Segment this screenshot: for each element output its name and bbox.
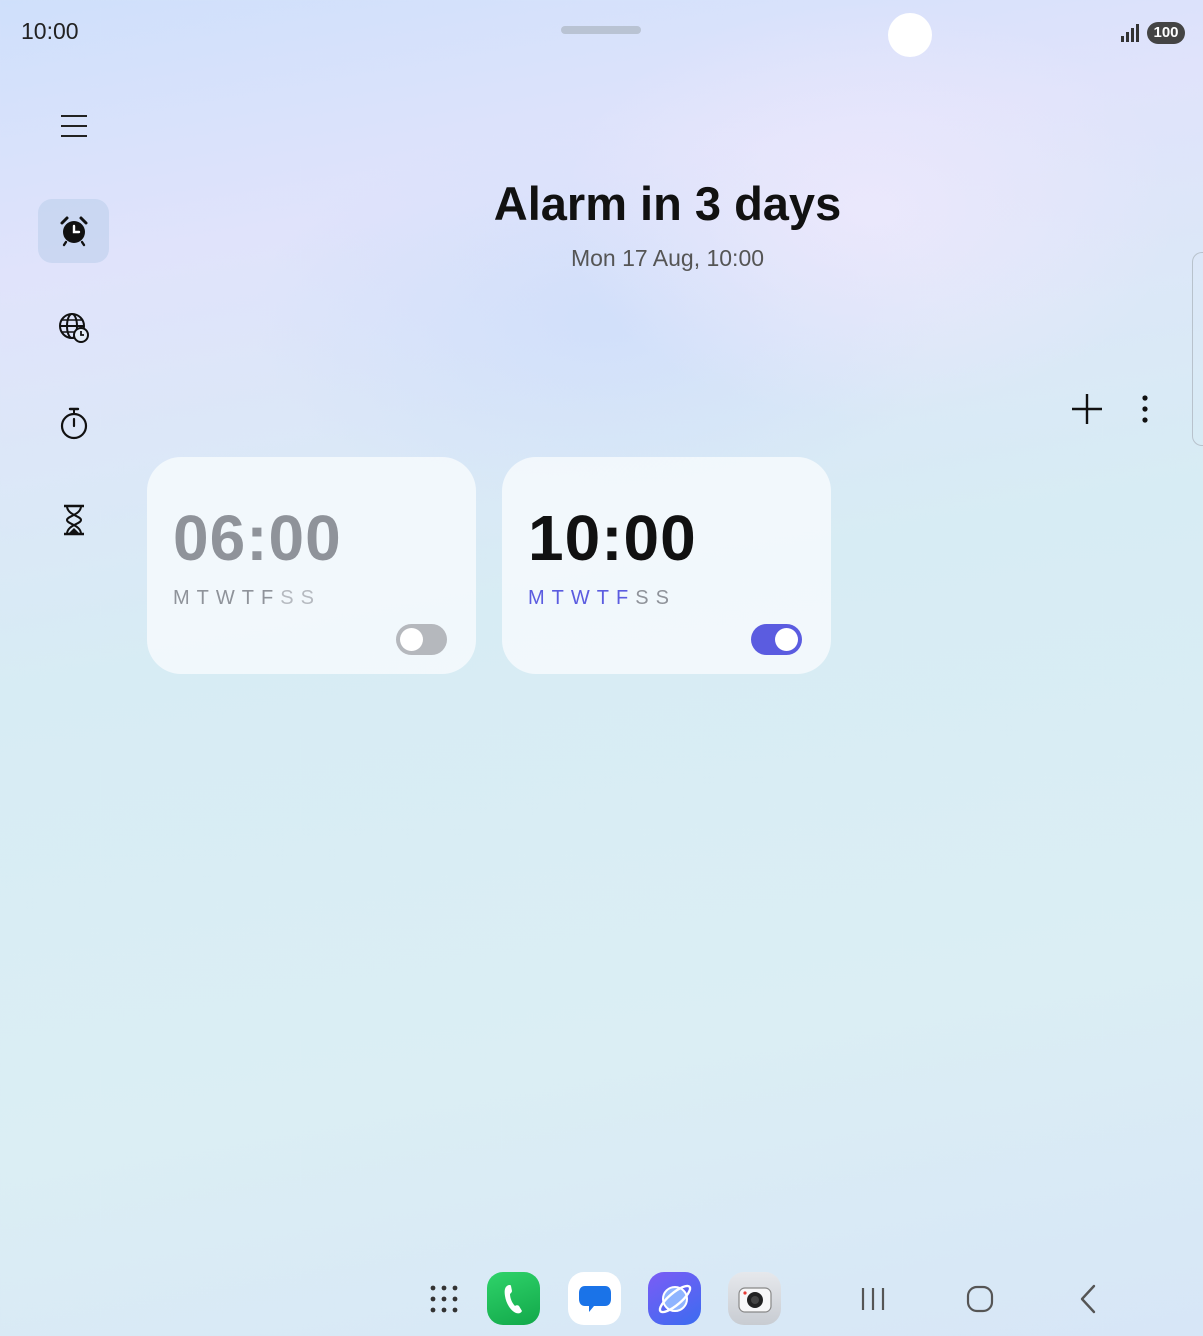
- alarm-day: S: [280, 587, 301, 609]
- alarm-days: M T W T F S S: [528, 587, 676, 610]
- nav-alarm[interactable]: [38, 199, 109, 263]
- menu-button[interactable]: [52, 104, 96, 148]
- more-options-icon: [1142, 395, 1148, 423]
- recents-button[interactable]: [853, 1280, 893, 1318]
- toggle-knob: [775, 628, 798, 651]
- alarm-day: F: [261, 587, 281, 609]
- drag-handle[interactable]: [561, 26, 641, 34]
- toggle-knob: [400, 628, 423, 651]
- camera-app[interactable]: [728, 1272, 781, 1325]
- camera-cutout: [888, 13, 932, 57]
- alarm-icon: [60, 216, 87, 247]
- messages-icon: [578, 1285, 611, 1312]
- edge-panel-handle[interactable]: [1192, 252, 1203, 446]
- alarm-toggle[interactable]: [751, 624, 802, 655]
- alarm-day: S: [300, 587, 321, 609]
- back-icon: [1080, 1284, 1096, 1314]
- world-clock-icon: [58, 313, 89, 343]
- alarm-day: T: [551, 587, 571, 609]
- more-options-button[interactable]: [1130, 388, 1160, 430]
- alarm-card[interactable]: 10:00 M T W T F S S: [502, 457, 831, 674]
- recents-icon: [861, 1288, 885, 1310]
- internet-app[interactable]: [648, 1272, 701, 1325]
- alarm-day: W: [570, 587, 597, 609]
- add-alarm-button[interactable]: [1066, 388, 1108, 430]
- nav-world-clock[interactable]: [38, 296, 109, 360]
- messages-app[interactable]: [568, 1272, 621, 1325]
- alarm-days: M T W T F S S: [173, 587, 321, 610]
- alarm-day: S: [655, 587, 676, 609]
- camera-icon: [737, 1286, 772, 1313]
- stopwatch-icon: [60, 407, 87, 440]
- apps-grid-button[interactable]: [424, 1280, 464, 1318]
- signal-icon: [1120, 24, 1140, 47]
- timer-icon: [63, 504, 84, 536]
- apps-grid-icon: [430, 1285, 458, 1313]
- nav-stopwatch[interactable]: [38, 392, 109, 456]
- battery-badge: 100: [1147, 22, 1185, 44]
- page-title: Alarm in 3 days: [493, 177, 842, 230]
- alarm-day: S: [635, 587, 656, 609]
- alarm-time: 10:00: [528, 502, 697, 574]
- next-alarm-date: Mon 17 Aug, 10:00: [570, 245, 765, 271]
- alarm-day: F: [616, 587, 636, 609]
- home-button[interactable]: [960, 1280, 1000, 1318]
- phone-icon: [504, 1284, 522, 1313]
- alarm-day: T: [196, 587, 216, 609]
- alarm-day: M: [528, 587, 552, 609]
- alarm-day: W: [215, 587, 242, 609]
- alarm-day: T: [241, 587, 261, 609]
- add-icon: [1072, 394, 1102, 424]
- home-icon: [966, 1285, 994, 1313]
- alarm-toggle[interactable]: [396, 624, 447, 655]
- alarm-card[interactable]: 06:00 M T W T F S S: [147, 457, 476, 674]
- internet-icon: [658, 1284, 691, 1313]
- nav-timer[interactable]: [38, 488, 109, 552]
- alarm-day: T: [596, 587, 616, 609]
- phone-app[interactable]: [487, 1272, 540, 1325]
- menu-icon: [61, 115, 87, 137]
- alarm-day: M: [173, 587, 197, 609]
- status-time: 10:00: [21, 18, 79, 44]
- alarm-time: 06:00: [173, 502, 342, 574]
- back-button[interactable]: [1068, 1280, 1108, 1318]
